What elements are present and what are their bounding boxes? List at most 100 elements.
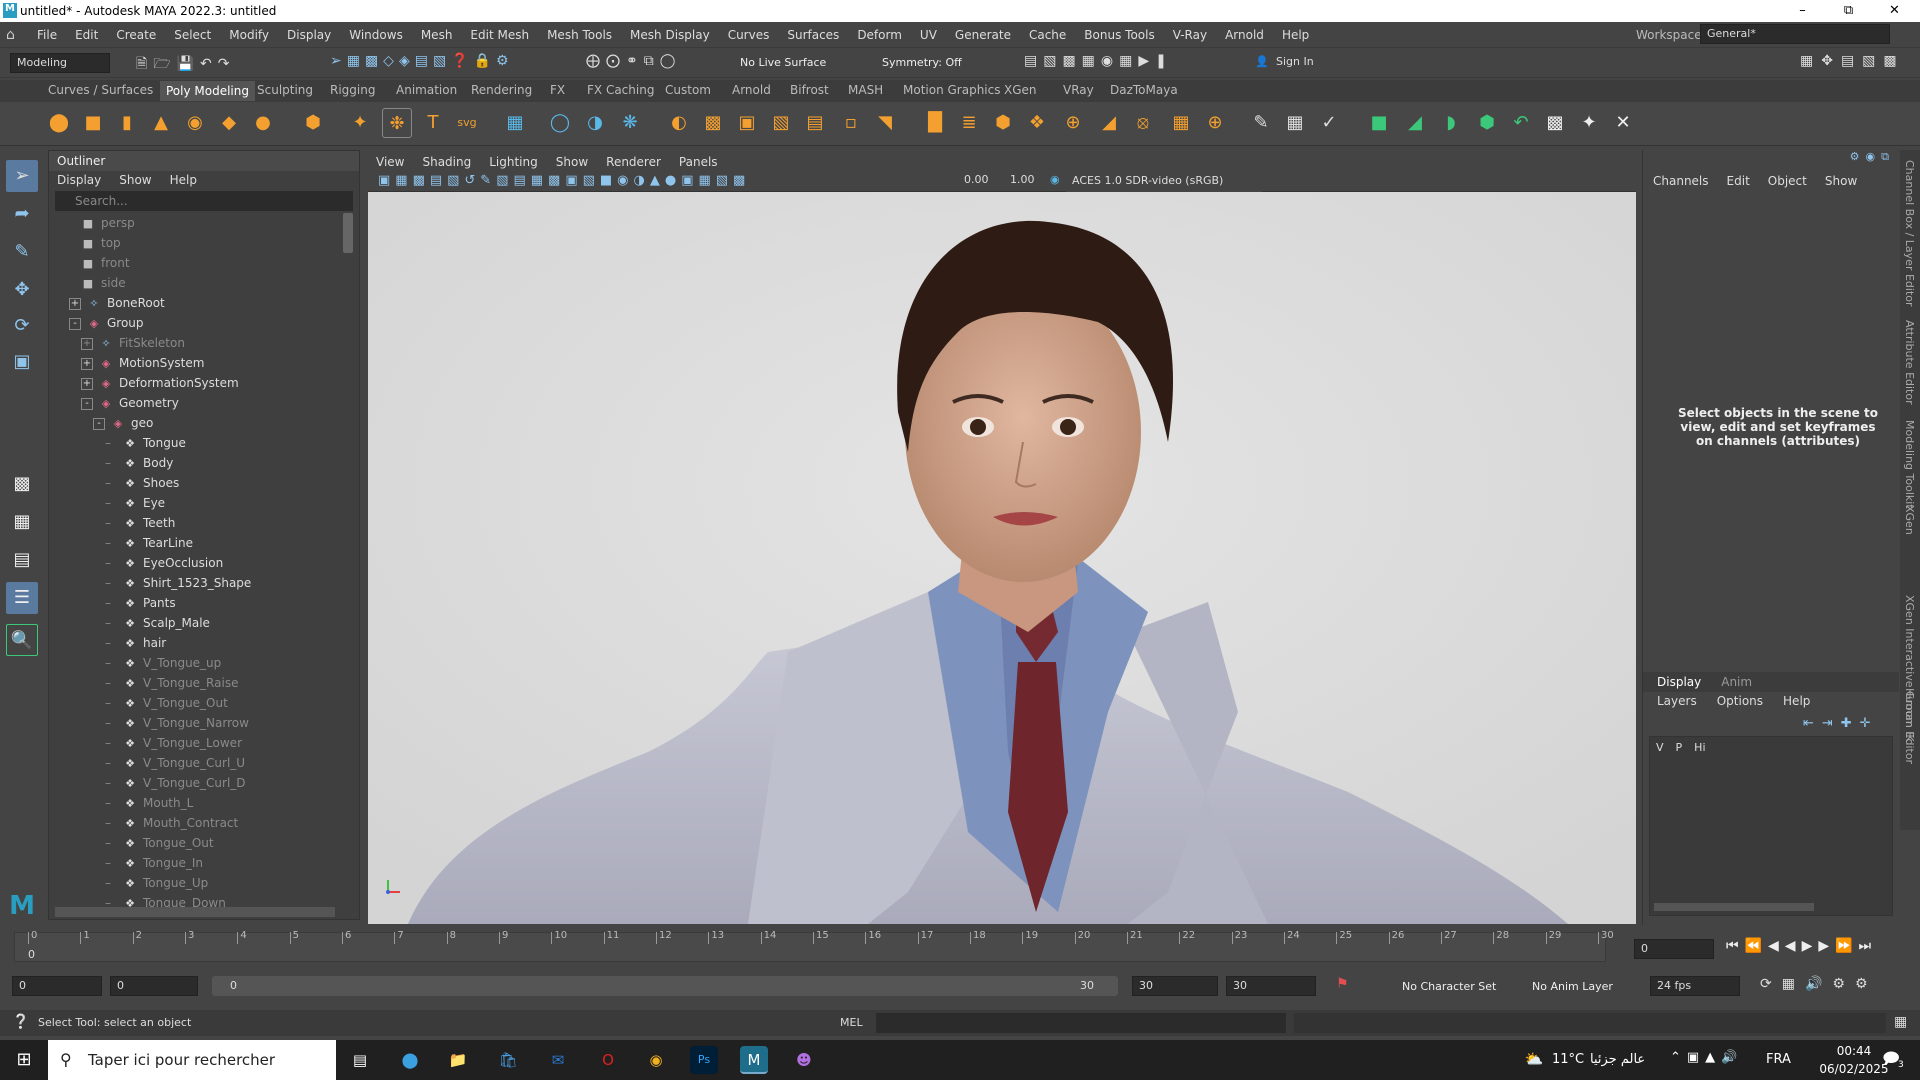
3d-viewport[interactable]: Verts:4213400Edges:8340600Faces:4168100T… bbox=[368, 192, 1636, 924]
outliner-hscrollbar[interactable] bbox=[55, 907, 335, 917]
photoshop-icon[interactable]: Ps bbox=[690, 1046, 718, 1074]
poly-cone-icon[interactable]: ▲ bbox=[146, 108, 176, 138]
shelf-tab-motion-graphics[interactable]: Motion Graphics bbox=[903, 83, 1001, 97]
unfold-icon[interactable]: ✦ bbox=[1574, 108, 1604, 138]
outliner-row[interactable]: – ❖ hair bbox=[105, 633, 166, 653]
rotate-tool-icon[interactable]: ⟳ bbox=[6, 310, 38, 342]
outliner-row[interactable]: ■ top bbox=[81, 233, 121, 253]
menu-cache[interactable]: Cache bbox=[1020, 28, 1075, 42]
workspace-select[interactable]: General* bbox=[1700, 24, 1890, 44]
playback-controls[interactable]: ⏮⏪◀◀▶▶⏩⏭ bbox=[1726, 938, 1877, 954]
layer-menu-layers[interactable]: Layers bbox=[1657, 692, 1697, 710]
render-icons[interactable]: ▤▧▩▦◉▦▶❚ bbox=[1024, 53, 1173, 69]
color-space-select[interactable]: ACES 1.0 SDR-video (sRGB) bbox=[1066, 172, 1262, 192]
shelf-tab-sculpting[interactable]: Sculpting bbox=[257, 83, 313, 97]
boolean-icon[interactable]: ▩ bbox=[698, 108, 728, 138]
spherical-map-icon[interactable]: ⬢ bbox=[1472, 108, 1502, 138]
combine-icon[interactable]: ◯ bbox=[545, 108, 575, 138]
edit-edge-flow-icon[interactable]: ✎ bbox=[1246, 108, 1276, 138]
weather-temp[interactable]: 11°C bbox=[1552, 1052, 1584, 1067]
mirror-icon[interactable]: ◐ bbox=[664, 108, 694, 138]
menu-create[interactable]: Create bbox=[107, 28, 165, 42]
fill-hole-icon[interactable]: ▫ bbox=[836, 108, 866, 138]
outliner-menu-display[interactable]: Display bbox=[57, 171, 101, 189]
character-set-select[interactable]: No Character Set bbox=[1402, 980, 1496, 993]
menu-bonus-tools[interactable]: Bonus Tools bbox=[1075, 28, 1163, 42]
outliner-row[interactable]: ■ persp bbox=[81, 213, 135, 233]
time-slider[interactable]: 0 1 2 3 4 5 6 7 8 9 10 11 12 13 14 15 16 17 18 19 20 21 22 23 24… bbox=[0, 930, 1920, 966]
menu-edit-mesh[interactable]: Edit Mesh bbox=[461, 28, 538, 42]
four-view-icon[interactable]: ▦ bbox=[6, 506, 38, 538]
collapse-icon[interactable]: - bbox=[81, 397, 93, 410]
lasso-tool-icon[interactable]: ➦ bbox=[6, 198, 38, 230]
minimize-button[interactable]: – bbox=[1780, 0, 1825, 22]
channelbox-header-icons[interactable]: ⚙◉⧉ bbox=[1643, 150, 1899, 163]
outliner-row[interactable]: – ❖ Eye bbox=[105, 493, 165, 513]
sweep-mesh-icon[interactable]: ✦ bbox=[345, 108, 375, 138]
store-icon[interactable]: 🛍 bbox=[494, 1046, 522, 1074]
outliner-search-input[interactable]: Search... bbox=[55, 191, 353, 211]
script-editor-icon[interactable]: ▦ bbox=[1894, 1014, 1907, 1030]
viewport-menu-shading[interactable]: Shading bbox=[422, 155, 471, 169]
close-button[interactable]: ✕ bbox=[1872, 0, 1917, 22]
insert-loop-icon[interactable]: ⊕ bbox=[1058, 108, 1088, 138]
outliner-row[interactable]: + ◈ MotionSystem bbox=[81, 353, 204, 373]
taskbar-search-box[interactable]: ⚲ Taper ici pour rechercher bbox=[48, 1040, 336, 1080]
scene-end-field[interactable]: 30 bbox=[1226, 976, 1316, 996]
menu-deform[interactable]: Deform bbox=[848, 28, 911, 42]
poly-cube-icon[interactable]: ■ bbox=[78, 108, 108, 138]
single-view-icon[interactable]: ▩ bbox=[6, 468, 38, 500]
menu-mesh-tools[interactable]: Mesh Tools bbox=[538, 28, 621, 42]
outliner-row[interactable]: – ❖ TearLine bbox=[105, 533, 193, 553]
poly-platonic-icon[interactable]: ⬢ bbox=[298, 108, 328, 138]
restore-button[interactable]: ⧉ bbox=[1826, 0, 1871, 22]
near-clip-value[interactable]: 0.00 bbox=[964, 173, 989, 186]
panel-toolbar-icons[interactable]: ▣▦▩▤▧↺✎▧▤▦▩▣▧■◉◑▲●▣▦▧▩ bbox=[378, 173, 750, 188]
circularize-icon[interactable]: ⦻ bbox=[1128, 108, 1158, 138]
outliner-row[interactable]: + ✧ FitSkeleton bbox=[81, 333, 185, 353]
viewport-menu-renderer[interactable]: Renderer bbox=[606, 155, 661, 169]
weather-icon[interactable]: ⛅ bbox=[1520, 1045, 1548, 1073]
script-language-toggle[interactable]: MEL bbox=[840, 1016, 863, 1029]
cylindrical-map-icon[interactable]: ◗ bbox=[1436, 108, 1466, 138]
outliner-row[interactable]: – ❖ V_Tongue_Narrow bbox=[105, 713, 249, 733]
anim-layer-select[interactable]: No Anim Layer bbox=[1532, 980, 1613, 993]
append-icon[interactable]: ◥ bbox=[870, 108, 900, 138]
smooth-icon[interactable]: ❋ bbox=[615, 108, 645, 138]
channelbox-menu-object[interactable]: Object bbox=[1768, 174, 1807, 188]
outliner-row[interactable]: – ❖ Tongue_Out bbox=[105, 833, 214, 853]
anim-end-field[interactable]: 30 bbox=[1132, 976, 1218, 996]
playback-option-icons[interactable]: ⟳▦🔊⚙⚙ bbox=[1760, 976, 1878, 992]
clock-time[interactable]: 00:44 bbox=[1824, 1044, 1884, 1058]
menu-windows[interactable]: Windows bbox=[340, 28, 412, 42]
outliner-row[interactable]: - ◈ geo bbox=[93, 413, 153, 433]
poly-cylinder-icon[interactable]: ▮ bbox=[112, 108, 142, 138]
side-tab-channel-box-layer-editor[interactable]: Channel Box / Layer Editor bbox=[1903, 160, 1916, 307]
shelf-tab-xgen[interactable]: XGen bbox=[1004, 83, 1037, 97]
outliner-row[interactable]: – ❖ Body bbox=[105, 453, 173, 473]
outliner-row[interactable]: – ❖ V_Tongue_Lower bbox=[105, 733, 242, 753]
menu-display[interactable]: Display bbox=[278, 28, 340, 42]
layout-icons[interactable]: ▦✥▤▧▩ bbox=[1800, 53, 1905, 69]
outliner-row[interactable]: – ❖ V_Tongue_Curl_U bbox=[105, 753, 245, 773]
weather-text[interactable]: عالم جزئيا bbox=[1590, 1052, 1645, 1067]
auto-map-icon[interactable]: ↶ bbox=[1506, 108, 1536, 138]
shelf-tab-rigging[interactable]: Rigging bbox=[330, 83, 375, 97]
snap-icons[interactable]: ⨁⨀⚭⧉◯ bbox=[586, 53, 681, 69]
outliner-row[interactable]: ■ front bbox=[81, 253, 130, 273]
range-bar[interactable]: 0 30 bbox=[212, 976, 1118, 996]
layer-hscrollbar[interactable] bbox=[1654, 903, 1814, 911]
outliner-row[interactable]: + ✧ BoneRoot bbox=[69, 293, 165, 313]
scale-tool-icon[interactable]: ▣ bbox=[6, 346, 38, 378]
connect-icon[interactable]: ⬢ bbox=[988, 108, 1018, 138]
anim-start-field[interactable]: 0 bbox=[110, 976, 198, 996]
bridge-icon[interactable]: ▧ bbox=[766, 108, 796, 138]
poly-plane-icon[interactable]: ◆ bbox=[214, 108, 244, 138]
menu-select[interactable]: Select bbox=[165, 28, 220, 42]
collapse-icon[interactable]: - bbox=[93, 417, 105, 430]
poly-count-icon[interactable]: ▦ bbox=[500, 108, 530, 138]
viewport-menu-view[interactable]: View bbox=[376, 155, 404, 169]
outliner-row[interactable]: – ❖ Tongue_Up bbox=[105, 873, 208, 893]
bevel-icon[interactable]: ▤ bbox=[800, 108, 830, 138]
outliner-row[interactable]: - ◈ Geometry bbox=[81, 393, 179, 413]
